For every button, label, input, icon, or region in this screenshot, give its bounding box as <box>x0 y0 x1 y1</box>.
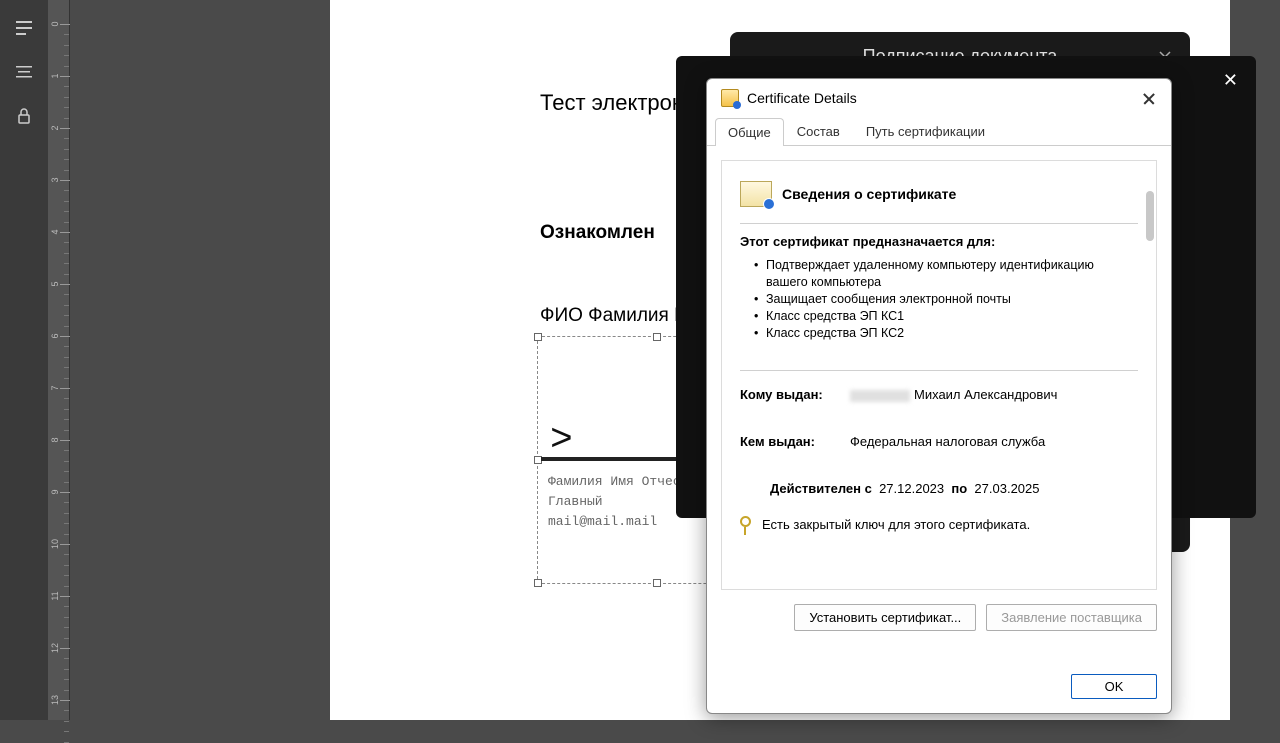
resize-handle[interactable] <box>534 579 542 587</box>
certificate-icon <box>740 181 772 207</box>
certificate-icon <box>721 89 739 107</box>
redacted <box>850 390 910 402</box>
private-key-text: Есть закрытый ключ для этого сертификата… <box>762 517 1030 532</box>
resize-handle[interactable] <box>534 333 542 341</box>
dialog-title: Certificate Details <box>747 90 857 106</box>
issued-to-label: Кому выдан: <box>740 387 850 402</box>
certificate-dialog: Certificate Details Общие Состав Путь се… <box>706 78 1172 714</box>
purpose-list: Подтверждает удаленному компьютеру идент… <box>740 257 1138 342</box>
purpose-title: Этот сертификат предназначается для: <box>740 234 1138 249</box>
paragraph-icon[interactable] <box>12 60 36 84</box>
tab-path[interactable]: Путь сертификации <box>853 117 998 145</box>
close-icon[interactable]: ✕ <box>1223 70 1238 91</box>
tab-general[interactable]: Общие <box>715 118 784 146</box>
validity: Действителен с 27.12.2023 по 27.03.2025 <box>770 481 1138 496</box>
cert-body: Сведения о сертификате Этот сертификат п… <box>707 146 1171 664</box>
purpose-item: Класс средства ЭП КС2 <box>766 325 1138 342</box>
vertical-ruler: 012345678910111213 <box>48 0 70 720</box>
left-toolbar <box>0 0 48 720</box>
dialog-titlebar: Certificate Details <box>707 79 1171 117</box>
resize-handle[interactable] <box>653 579 661 587</box>
purpose-item: Защищает сообщения электронной почты <box>766 291 1138 308</box>
vendor-statement-button[interactable]: Заявление поставщика <box>986 604 1157 631</box>
issued-to-value: Михаил Александрович <box>850 387 1138 402</box>
doc-acknowledged: Ознакомлен <box>540 222 655 244</box>
toc-icon[interactable] <box>12 16 36 40</box>
purpose-item: Класс средства ЭП КС1 <box>766 308 1138 325</box>
close-icon[interactable] <box>1139 89 1159 109</box>
tab-details[interactable]: Состав <box>784 117 853 145</box>
issued-by-label: Кем выдан: <box>740 434 850 449</box>
ok-button[interactable]: OK <box>1071 674 1157 699</box>
key-icon <box>740 516 754 532</box>
scrollbar-thumb[interactable] <box>1146 191 1154 241</box>
resize-handle[interactable] <box>653 333 661 341</box>
purpose-item: Подтверждает удаленному компьютеру идент… <box>766 257 1138 291</box>
tabs: Общие Состав Путь сертификации <box>707 117 1171 146</box>
install-cert-button[interactable]: Установить сертификат... <box>794 604 976 631</box>
cert-header: Сведения о сертификате <box>782 186 956 202</box>
issued-by-value: Федеральная налоговая служба <box>850 434 1138 449</box>
signature-arrow-icon: > <box>550 419 573 462</box>
cert-info-panel: Сведения о сертификате Этот сертификат п… <box>721 160 1157 590</box>
lock-icon[interactable] <box>12 104 36 128</box>
